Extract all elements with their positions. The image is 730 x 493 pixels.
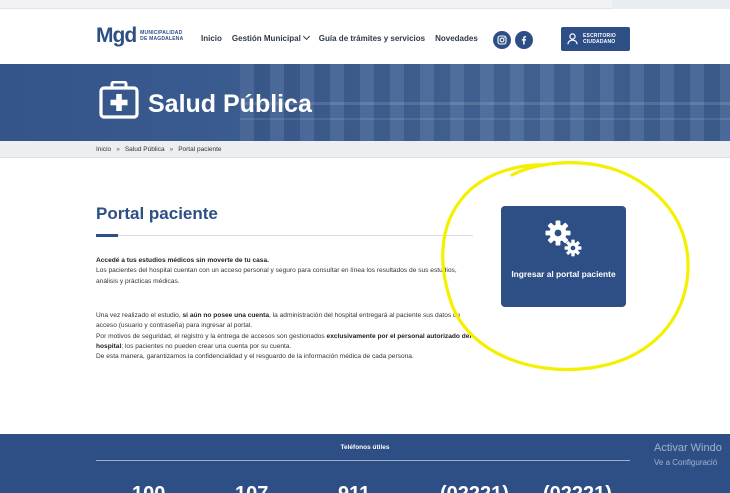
nav-item-novedades[interactable]: Novedades	[435, 34, 478, 43]
breadcrumb: Inicio » Salud Pública » Portal paciente	[96, 146, 222, 153]
ingresar-portal-label: Ingresar al portal paciente	[511, 269, 616, 279]
logo-mark: Mgd	[96, 24, 137, 47]
nav-item-guia-tramites[interactable]: Guía de trámites y servicios	[319, 34, 425, 43]
intro-text: Los pacientes del hospital cuentan con u…	[96, 267, 457, 285]
footer: Teléfonos útiles 100 107 911 (02221) (02…	[0, 434, 730, 493]
banner-rail-lower	[240, 118, 730, 120]
breadcrumb-separator: »	[116, 146, 120, 153]
p3-text-a: Por motivos de seguridad, el registro y …	[96, 332, 327, 340]
title-divider	[96, 235, 473, 236]
footer-divider	[96, 460, 630, 461]
page-title: Portal paciente	[96, 204, 218, 223]
phone-number[interactable]: (02221)	[543, 483, 612, 493]
p2-text-bold: si aún no posee una cuenta	[182, 312, 269, 319]
gears-icon	[545, 220, 582, 257]
phone-number[interactable]: 100	[132, 483, 165, 493]
main-nav: Inicio Gestión Municipal Guía de trámite…	[201, 32, 478, 43]
first-aid-kit-icon	[99, 81, 139, 119]
logo-text-line2: DE MAGDALENA	[140, 36, 184, 42]
ingresar-portal-button[interactable]: Ingresar al portal paciente	[501, 206, 626, 307]
p3-text-c: ; los pacientes no pueden crear una cuen…	[121, 342, 292, 350]
browser-top-strip	[0, 0, 730, 9]
phone-number[interactable]: (02221)	[440, 483, 509, 493]
banner-rail	[240, 102, 730, 105]
escritorio-label-line2: CIUDADANO	[583, 39, 616, 45]
facebook-icon	[521, 36, 527, 45]
banner-title: Salud Pública	[148, 90, 312, 118]
instagram-icon	[497, 35, 507, 45]
breadcrumb-item-inicio[interactable]: Inicio	[96, 146, 111, 153]
chevron-down-icon	[302, 32, 310, 41]
breadcrumb-item-salud-publica[interactable]: Salud Pública	[125, 146, 165, 153]
title-accent-bar	[96, 234, 118, 237]
p4-text: De esta manera, garantizamos la confiden…	[96, 353, 414, 361]
intro-paragraph: Accedé a tus estudios médicos sin movert…	[96, 256, 476, 287]
windows-activation-watermark-sub: Ve a Configuració	[654, 458, 718, 467]
escritorio-ciudadano-button[interactable]: ESCRITORIO CIUDADANO	[561, 27, 630, 51]
footer-title: Teléfonos útiles	[340, 444, 390, 451]
facebook-button[interactable]	[515, 31, 533, 49]
browser-top-bar	[612, 0, 730, 9]
nav-item-gestion-label: Gestión Municipal	[231, 34, 301, 43]
access-paragraphs: Una vez realizado el estudio, si aún no …	[96, 311, 476, 362]
escritorio-label: ESCRITORIO CIUDADANO	[583, 33, 616, 45]
page-root: Mgd MUNICIPALIDAD DE MAGDALENA Inicio Ge…	[0, 0, 730, 493]
phone-number[interactable]: 911	[338, 483, 370, 493]
instagram-button[interactable]	[493, 31, 511, 49]
logo-text: MUNICIPALIDAD DE MAGDALENA	[140, 30, 183, 42]
site-logo[interactable]: Mgd MUNICIPALIDAD DE MAGDALENA	[96, 24, 183, 47]
phone-number[interactable]: 107	[235, 483, 268, 493]
nav-item-gestion-municipal[interactable]: Gestión Municipal	[231, 32, 310, 43]
p2-text-a: Una vez realizado el estudio,	[96, 312, 183, 319]
intro-bold: Accedé a tus estudios médicos sin movert…	[96, 257, 269, 264]
windows-activation-watermark: Activar Windo	[654, 442, 722, 454]
breadcrumb-separator: »	[169, 146, 174, 153]
nav-item-inicio[interactable]: Inicio	[201, 34, 222, 43]
site-header: Mgd MUNICIPALIDAD DE MAGDALENA Inicio Ge…	[0, 9, 730, 64]
user-icon	[567, 33, 578, 45]
breadcrumb-item-portal-paciente: Portal paciente	[178, 146, 222, 153]
